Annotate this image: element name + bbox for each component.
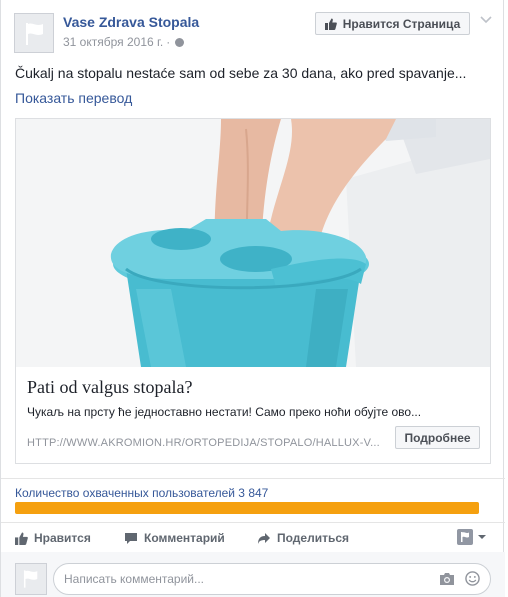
comment-button[interactable]: Комментарий xyxy=(124,531,225,545)
globe-icon[interactable] xyxy=(175,38,185,47)
post-meta: 31 октября 2016 г. · xyxy=(63,35,185,49)
comment-icon xyxy=(125,532,137,544)
thumbs-up-icon xyxy=(324,18,337,30)
share-button[interactable]: Поделиться xyxy=(257,531,349,545)
reach-progress-bar xyxy=(15,502,479,514)
flag-avatar-icon xyxy=(23,570,38,588)
meta-separator: · xyxy=(166,35,171,49)
link-url: HTTP://WWW.AKROMION.HR/ORTOPEDIJA/STOPAL… xyxy=(27,437,380,449)
thumbs-up-icon xyxy=(15,532,28,545)
share-icon xyxy=(258,532,270,544)
comment-placeholder: Написать комментарий... xyxy=(64,572,205,586)
show-translation-link[interactable]: Показать перевод xyxy=(15,90,132,106)
camera-icon[interactable] xyxy=(439,572,455,586)
preview-image[interactable] xyxy=(16,119,490,367)
reach-progress-fill xyxy=(15,502,479,514)
share-label: Поделиться xyxy=(277,531,350,545)
smiley-icon[interactable] xyxy=(465,571,480,586)
learn-more-button[interactable]: Подробнее xyxy=(395,426,480,449)
post-text: Čukalj na stopalu nestaće sam od sebe za… xyxy=(15,65,467,81)
comment-input[interactable]: Написать комментарий... xyxy=(53,563,491,595)
page-name-link[interactable]: Vase Zdrava Stopala xyxy=(63,14,199,30)
like-label: Нравится xyxy=(34,531,91,545)
flag-menu-icon xyxy=(457,529,473,545)
link-preview[interactable]: Pati od valgus stopala? Чукаљ на прсту ћ… xyxy=(15,118,491,464)
flag-avatar-icon xyxy=(26,23,43,45)
like-button[interactable]: Нравится xyxy=(15,531,91,545)
divider xyxy=(1,522,505,523)
foot-bath-illustration xyxy=(16,119,490,367)
link-description: Чукаљ на прсту ће једноставно нестати! С… xyxy=(27,405,422,419)
page-avatar[interactable] xyxy=(14,13,54,53)
like-page-button[interactable]: Нравится Страница xyxy=(315,12,470,35)
post-as-menu[interactable] xyxy=(457,529,487,545)
commenter-avatar xyxy=(15,563,47,595)
link-title[interactable]: Pati od valgus stopala? xyxy=(27,377,192,398)
reach-count[interactable]: Количество охваченных пользователей 3 84… xyxy=(15,486,268,500)
post-date[interactable]: 31 октября 2016 г. xyxy=(63,35,163,49)
comment-label: Комментарий xyxy=(144,531,225,545)
chevron-down-icon xyxy=(478,535,486,539)
chevron-down-icon[interactable] xyxy=(479,12,493,26)
divider xyxy=(1,478,505,479)
post-card: Vase Zdrava Stopala 31 октября 2016 г. · … xyxy=(0,0,505,597)
like-page-label: Нравится Страница xyxy=(342,16,461,31)
